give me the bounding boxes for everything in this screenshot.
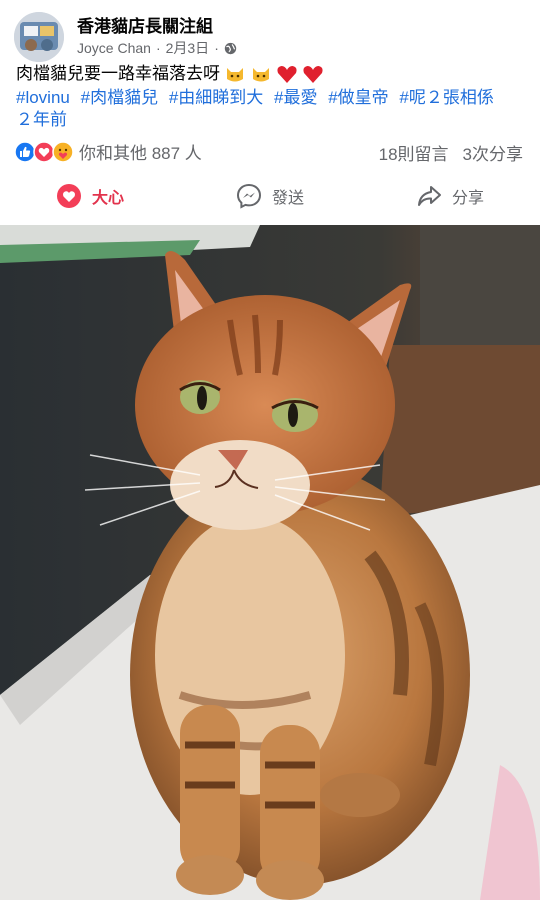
send-button[interactable]: 發送 bbox=[180, 176, 360, 216]
author-name[interactable]: Joyce Chan bbox=[77, 40, 151, 56]
share-arrow-icon bbox=[417, 186, 441, 206]
hashtag-link[interactable]: #最愛 bbox=[274, 88, 317, 107]
post-meta: Joyce Chan · 2月3日 · bbox=[77, 38, 237, 58]
action-bar: 大心 發送 分享 bbox=[0, 176, 540, 216]
hashtag-link[interactable]: #由細睇到大 bbox=[169, 88, 263, 107]
post-header: 香港貓店長關注組 Joyce Chan · 2月3日 · bbox=[0, 0, 540, 62]
meta-separator: · bbox=[214, 40, 219, 56]
hashtag-link[interactable]: #肉檔貓兒 bbox=[81, 88, 158, 107]
care-icon bbox=[52, 140, 74, 163]
hashtag-link[interactable]: #lovinu bbox=[16, 88, 70, 107]
love-button-label: 大心 bbox=[91, 190, 124, 207]
time-ago-link[interactable]: ２年前 bbox=[16, 108, 67, 132]
group-avatar[interactable] bbox=[14, 12, 64, 62]
red-heart-icon bbox=[303, 66, 323, 83]
post-photo[interactable] bbox=[0, 225, 540, 900]
reaction-icons bbox=[14, 140, 74, 163]
globe-icon bbox=[224, 42, 237, 54]
post-text: 肉檔貓兒要一路幸福落去呀 bbox=[16, 64, 220, 83]
hashtag-link[interactable]: #呢２張相係 bbox=[399, 88, 493, 107]
hashtag-link[interactable]: #做皇帝 bbox=[328, 88, 388, 107]
send-button-label: 發送 bbox=[271, 190, 304, 207]
comment-count[interactable]: 18則留言 bbox=[379, 140, 449, 165]
reaction-summary[interactable]: 你和其他 887 人 bbox=[14, 139, 202, 164]
cat-face-icon bbox=[253, 68, 269, 82]
share-button-label: 分享 bbox=[451, 190, 484, 207]
messenger-icon bbox=[236, 183, 261, 209]
love-reaction-icon bbox=[56, 184, 81, 208]
engagement-counts: 18則留言 3次分享 bbox=[379, 140, 523, 165]
reaction-count-text: 你和其他 887 人 bbox=[79, 144, 202, 163]
meta-separator: · bbox=[155, 40, 161, 56]
share-count[interactable]: 3次分享 bbox=[463, 140, 523, 165]
love-button[interactable]: 大心 bbox=[0, 176, 180, 216]
hashtag-list: #lovinu #肉檔貓兒 #由細睇到大 #最愛 #做皇帝 #呢２張相係 bbox=[16, 86, 528, 110]
red-heart-icon bbox=[277, 66, 297, 83]
post-text-line: 肉檔貓兒要一路幸福落去呀 bbox=[16, 62, 324, 86]
post-date[interactable]: 2月3日 bbox=[166, 38, 210, 58]
tabby-cat-photo bbox=[0, 225, 540, 900]
group-name[interactable]: 香港貓店長關注組 bbox=[77, 12, 213, 37]
cat-face-icon bbox=[227, 68, 243, 82]
share-button[interactable]: 分享 bbox=[360, 176, 540, 216]
